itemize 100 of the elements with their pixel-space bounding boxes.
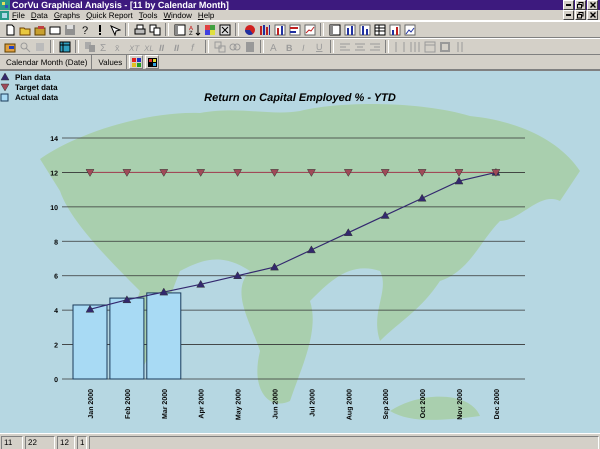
copy-button[interactable] [147, 22, 162, 37]
pie-chart-button[interactable] [242, 22, 257, 37]
zoom-icon [18, 40, 30, 52]
pie-chart-icon [244, 24, 256, 36]
folder-icon [4, 40, 16, 52]
up-triangle-marker [418, 194, 426, 202]
column-icon [394, 40, 406, 52]
panel-icon [174, 24, 186, 36]
up-triangle-marker [122, 296, 132, 304]
restore-button[interactable] [575, 10, 586, 20]
copy-icon [84, 40, 96, 52]
status-field: 12 [57, 436, 75, 449]
bar-chart-icon [258, 24, 270, 36]
down-triangle-marker [418, 169, 426, 177]
legend-label: Actual data [15, 93, 58, 102]
column-icon [408, 40, 420, 52]
save-icon [64, 24, 76, 36]
panel-button[interactable] [327, 22, 342, 37]
grid-button[interactable] [145, 55, 160, 69]
box-button[interactable] [217, 22, 232, 37]
printer-icon [134, 24, 146, 36]
menu-item[interactable]: Graphs [50, 10, 84, 20]
up-triangle-marker [380, 211, 390, 219]
colored-grid-icon [146, 56, 158, 68]
column-chart-button[interactable] [272, 22, 287, 37]
down-triangle-marker [344, 169, 353, 177]
line-chart-button[interactable] [302, 22, 317, 37]
minimize-icon [566, 4, 571, 6]
column-chart-icon [388, 24, 400, 36]
panel-button[interactable] [172, 22, 187, 37]
down-triangle-marker [160, 169, 168, 177]
panel-icon [328, 24, 340, 36]
bar-chart-button[interactable] [257, 22, 272, 37]
frame-icon [438, 40, 450, 52]
menu-item[interactable]: Window [160, 10, 195, 20]
up-triangle-marker [86, 305, 94, 313]
page-icon [244, 40, 256, 52]
minimize-button[interactable] [563, 0, 574, 10]
down-triangle-marker [122, 169, 132, 177]
menu-item[interactable]: Tools [136, 10, 160, 20]
table-icon [374, 24, 386, 36]
table-button[interactable] [372, 22, 387, 37]
document-icon [0, 10, 9, 20]
menu-item[interactable]: Data [28, 10, 51, 20]
down-triangle-marker [270, 169, 279, 177]
status-field: 22 [25, 436, 55, 449]
grid-icon [204, 24, 216, 36]
restore-button[interactable] [575, 0, 586, 10]
column-chart-icon [344, 24, 356, 36]
down-triangle-marker [307, 169, 316, 177]
grid-icon [58, 40, 70, 52]
printer-button[interactable] [132, 22, 147, 37]
line-chart-icon [304, 24, 316, 36]
status-field: 11 [1, 436, 23, 449]
status-field: 1 [77, 436, 88, 449]
close-icon [590, 12, 596, 18]
window-title: CorVu Graphical Analysis - [11 by Calendar Month] [12, 0, 230, 10]
pointer-icon [108, 24, 120, 36]
minimize-button[interactable] [563, 10, 574, 20]
close-button[interactable] [587, 10, 598, 20]
column-chart-button[interactable] [342, 22, 357, 37]
colored-grid-icon [130, 56, 142, 68]
chain-icon [228, 40, 240, 52]
down-triangle-marker [233, 169, 242, 177]
legend-label: Target data [15, 83, 58, 92]
menu-item[interactable]: Quick Report [83, 10, 136, 20]
chart-title: Return on Capital Employed % - YTD [204, 92, 396, 104]
close-icon [590, 2, 596, 8]
window-icon [48, 24, 60, 36]
link-icon [214, 40, 226, 52]
horizontal-bar-button[interactable] [287, 22, 302, 37]
grid-button[interactable] [57, 39, 72, 54]
minimize-icon [566, 14, 571, 16]
column-chart-button[interactable] [387, 22, 402, 37]
column-chart-icon [274, 24, 286, 36]
copy-icon [148, 24, 160, 36]
align-left-icon [338, 40, 350, 52]
align-center-icon [354, 40, 366, 52]
pointer-button[interactable] [107, 22, 122, 37]
menu-item[interactable]: File [9, 10, 28, 20]
close-button[interactable] [587, 0, 598, 10]
table-icon [424, 40, 436, 52]
new-document-icon [4, 24, 16, 36]
box-icon [218, 24, 230, 36]
up-triangle-marker [454, 176, 464, 184]
app-icon [0, 0, 10, 10]
align-right-icon [368, 40, 380, 52]
up-triangle-marker [307, 246, 316, 254]
legend-label: Plan data [15, 73, 51, 82]
horizontal-bar-icon [288, 24, 300, 36]
up-triangle-marker [344, 228, 353, 236]
column-chart-button[interactable] [357, 22, 372, 37]
column-chart-icon [358, 24, 370, 36]
down-triangle-marker [380, 169, 390, 177]
folder-icon [34, 24, 46, 36]
up-triangle-marker [270, 262, 279, 270]
menu-item[interactable]: Help [194, 10, 218, 20]
down-triangle-marker [196, 169, 205, 177]
up-triangle-marker [160, 288, 168, 296]
chart-type-button[interactable] [129, 55, 144, 69]
